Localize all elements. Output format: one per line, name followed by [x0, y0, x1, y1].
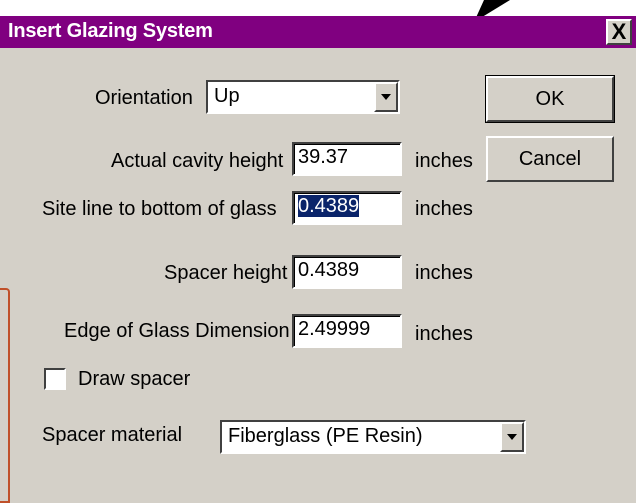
spacer-material-dropdown-button[interactable] [500, 422, 524, 452]
spacer-material-select[interactable]: Fiberglass (PE Resin) [220, 420, 526, 454]
ok-button-label: OK [535, 87, 565, 110]
spacer-height-value: 0.4389 [298, 259, 360, 281]
edge-of-glass-value: 2.49999 [298, 318, 371, 340]
ok-button[interactable]: OK [485, 75, 615, 123]
edge-of-glass-label: Edge of Glass Dimension [64, 320, 290, 342]
cavity-height-value: 39.37 [298, 146, 349, 168]
cavity-height-label: Actual cavity height [111, 150, 284, 172]
orientation-select[interactable]: Up [206, 80, 400, 114]
spacer-height-label: Spacer height [164, 262, 288, 284]
site-line-value: 0.4389 [298, 195, 360, 217]
site-line-unit: inches [415, 198, 473, 220]
cavity-height-unit: inches [415, 150, 473, 172]
chevron-down-icon [507, 434, 517, 440]
site-line-label: Site line to bottom of glass [42, 198, 277, 220]
edge-of-glass-input[interactable]: 2.49999 [292, 314, 402, 348]
orientation-label: Orientation [95, 87, 193, 109]
close-icon: X [611, 19, 627, 44]
title-bar: Insert Glazing System X [0, 16, 636, 48]
edge-of-glass-unit: inches [415, 323, 473, 345]
cancel-button-label: Cancel [518, 147, 582, 170]
orientation-dropdown-button[interactable] [374, 82, 398, 112]
chevron-down-icon [381, 94, 391, 100]
background-strip [0, 0, 636, 16]
draw-spacer-label: Draw spacer [78, 368, 191, 390]
spacer-height-unit: inches [415, 262, 473, 284]
orientation-value: Up [214, 85, 240, 107]
close-button[interactable]: X [606, 19, 632, 45]
cavity-height-input[interactable]: 39.37 [292, 142, 402, 176]
spacer-material-label: Spacer material [42, 424, 183, 446]
background-window-edge [0, 288, 10, 503]
cancel-button[interactable]: Cancel [486, 136, 614, 182]
spacer-material-value: Fiberglass (PE Resin) [228, 425, 423, 447]
site-line-input[interactable]: 0.4389 [292, 191, 402, 225]
draw-spacer-checkbox[interactable] [44, 368, 66, 390]
spacer-height-input[interactable]: 0.4389 [292, 255, 402, 289]
window-title: Insert Glazing System [8, 20, 213, 42]
